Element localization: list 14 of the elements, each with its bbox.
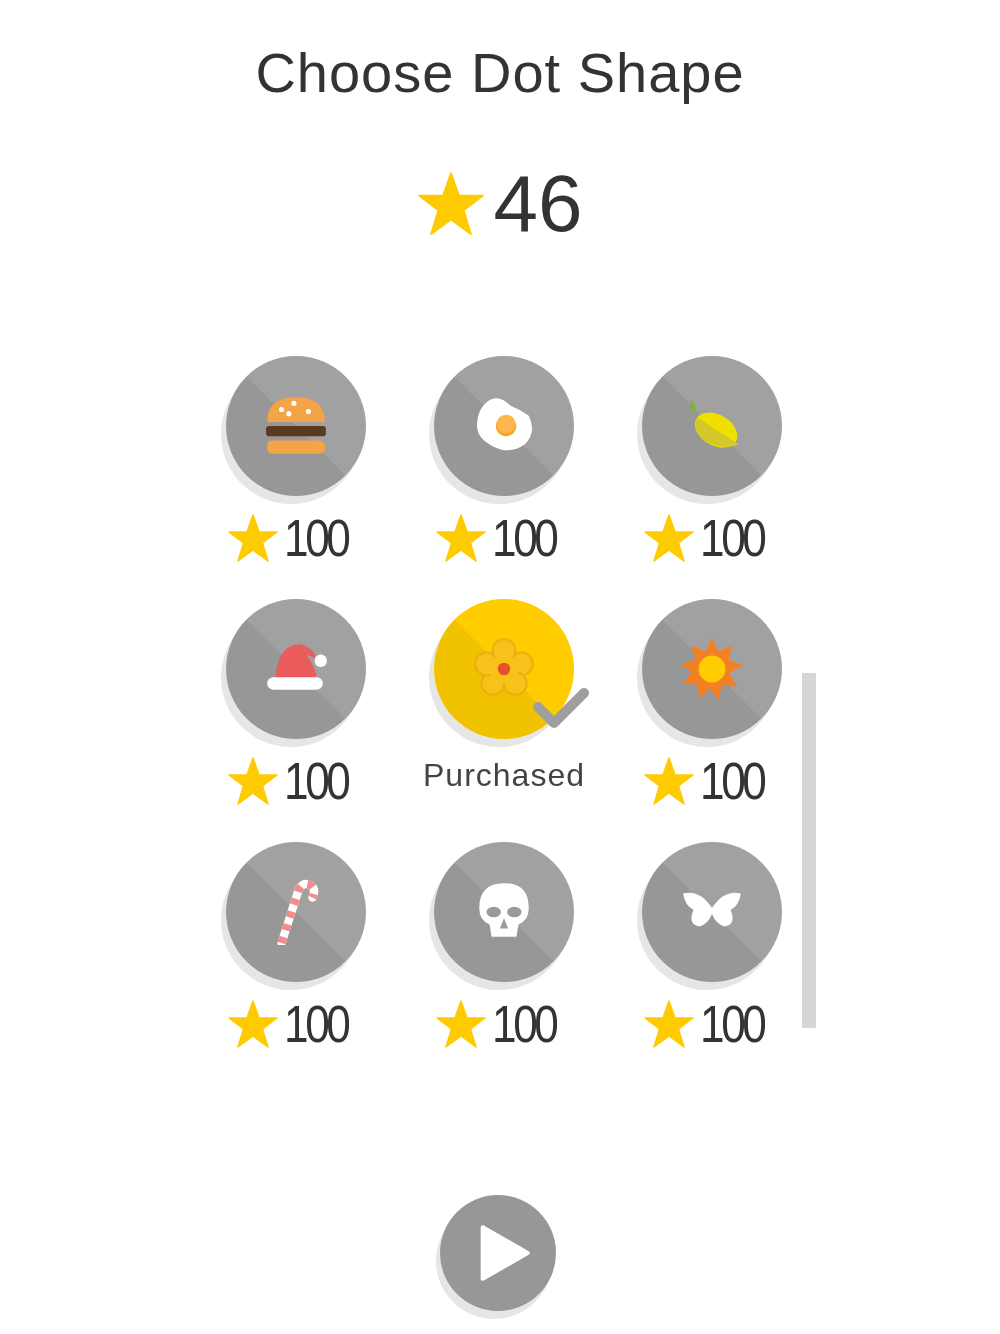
- star-icon: [436, 1000, 486, 1048]
- star-icon: [228, 514, 278, 562]
- purchased-label: Purchased: [423, 757, 585, 794]
- screen-title: Choose Dot Shape: [254, 40, 746, 106]
- star-icon: [417, 172, 484, 236]
- star-icon: [228, 1000, 278, 1048]
- star-icon: [228, 757, 278, 805]
- star-icon: [644, 1000, 694, 1048]
- checkmark-icon: [532, 685, 590, 729]
- sun-icon: [679, 636, 745, 702]
- star-balance: 46: [493, 164, 583, 244]
- star-icon: [644, 757, 694, 805]
- star-icon: [644, 514, 694, 562]
- star-icon: [436, 514, 486, 562]
